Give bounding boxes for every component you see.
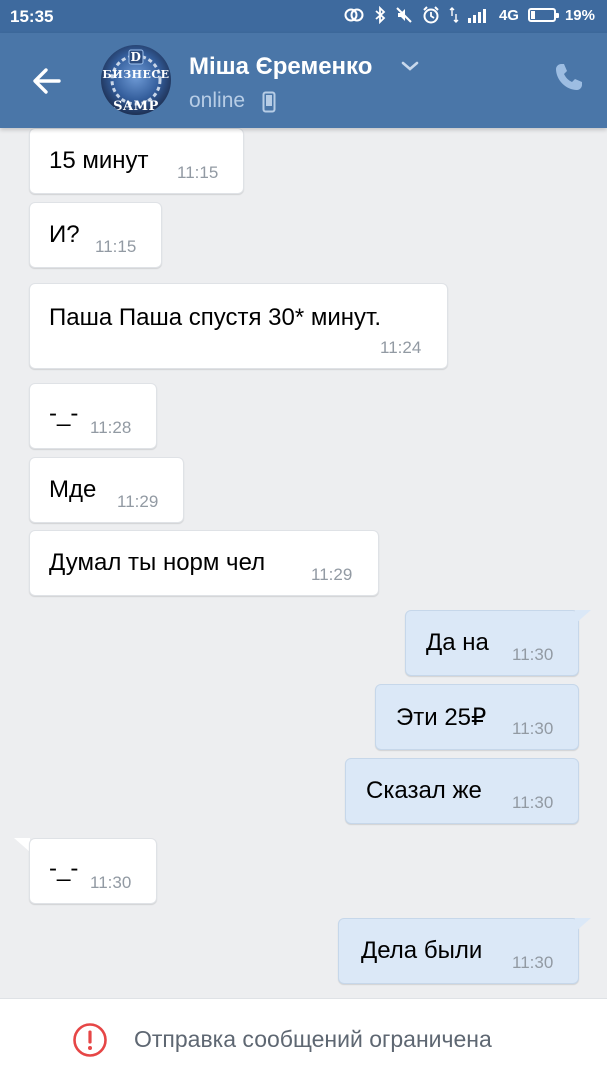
message-time: 11:30 [512,719,554,738]
message-incoming[interactable]: Думал ты норм чел 11:29 [29,530,379,596]
message-outgoing[interactable]: Да на 11:30 [405,610,579,676]
message-time: 11:30 [512,793,554,812]
message-incoming[interactable]: И? 11:15 [29,202,162,268]
message-text: Думал ты норм чел [49,549,266,576]
bubble-tail-icon [575,610,591,624]
message-time: 11:29 [117,492,159,511]
data-arrows-icon [449,7,459,23]
message-incoming[interactable]: -_- 11:28 [29,383,157,449]
message-text: Эти 25₽ [396,704,487,731]
message-outgoing[interactable]: Эти 25₽ 11:30 [375,684,579,750]
message-time: 11:29 [311,565,353,584]
restriction-text: Отправка сообщений ограничена [134,1026,492,1052]
message-incoming[interactable]: Паша Паша спустя 30* минут. 11:24 [29,283,448,369]
link-icon [344,8,364,22]
call-button[interactable] [553,61,585,93]
chat-header: D БИЗНЕСЕ SAMP Міша Єременко online [0,33,607,128]
alert-icon [73,1023,107,1057]
avatar-text-bottom: SAMP [113,99,159,114]
message-restriction-bar: Отправка сообщений ограничена [0,998,607,1081]
message-text: -_- [49,400,79,427]
signal-icon [467,9,486,23]
message-time: 11:30 [90,873,132,892]
message-text: Мде [49,476,97,503]
message-text: Сказал же [366,777,482,804]
battery-icon [527,8,559,22]
bubble-tail-icon [575,918,591,932]
message-incoming[interactable]: 15 минут 11:15 [29,128,244,194]
bluetooth-icon [375,6,386,24]
network-type: 4G [498,6,519,24]
message-text: -_- [49,855,79,882]
message-text: И? [49,221,80,248]
avatar-badge: D [130,50,142,64]
contact-status: online [189,89,246,112]
alarm-icon [423,6,439,24]
message-time: 11:15 [95,237,137,256]
message-incoming[interactable]: Мде 11:29 [29,457,184,523]
avatar-text-top: БИЗНЕСЕ [102,68,170,81]
message-incoming[interactable]: -_- 11:30 [29,838,157,904]
status-bar: 15:35 4G 19% [0,0,607,33]
message-time: 11:15 [177,163,219,182]
message-time: 11:30 [512,645,554,664]
message-text: 15 минут [49,147,149,174]
status-icons: 4G 19% [343,6,595,24]
bubble-tail-icon [14,838,30,852]
back-button[interactable] [24,59,68,103]
contact-name[interactable]: Міша Єременко [189,53,372,81]
message-outgoing[interactable]: Сказал же 11:30 [345,758,579,824]
message-text: Паша Паша спустя 30* минут. [49,304,381,331]
avatar[interactable]: D БИЗНЕСЕ SAMP [101,45,171,115]
message-time: 11:30 [512,953,554,972]
battery-level [530,11,535,19]
message-text: Да на [426,629,489,656]
mobile-phone-icon [262,91,276,113]
message-outgoing[interactable]: Дела были 11:30 [338,918,579,984]
back-arrow-icon [33,68,61,94]
message-time: 11:24 [380,338,422,357]
message-text: Дела были [361,937,483,964]
chevron-down-icon[interactable] [400,59,420,73]
message-time: 11:28 [90,418,132,437]
status-time: 15:35 [10,7,54,26]
battery-percent: 19% [564,6,595,24]
message-list[interactable]: 15 минут 11:15 И? 11:15 Паша Паша спустя… [0,128,607,998]
mute-icon [396,7,412,23]
